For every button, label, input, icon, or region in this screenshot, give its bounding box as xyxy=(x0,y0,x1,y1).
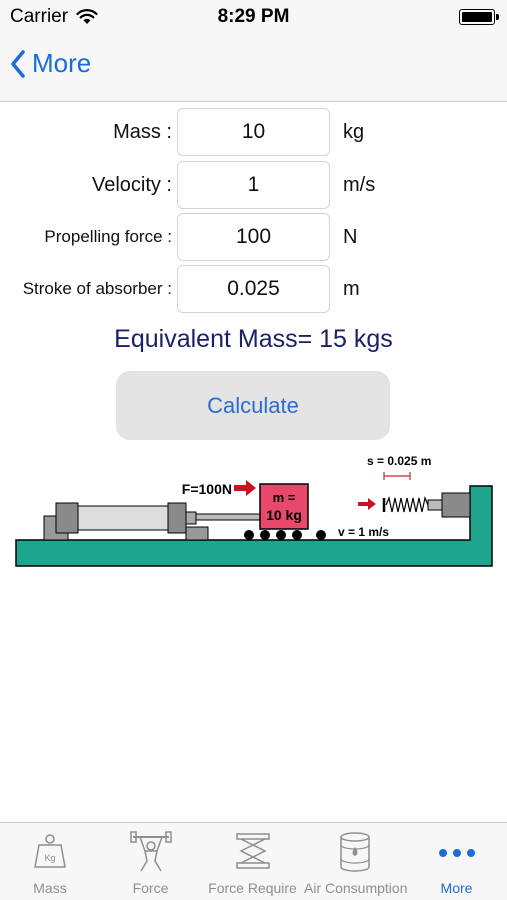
shock-absorber xyxy=(382,492,471,518)
result-text: Equivalent Mass= 15 kgs xyxy=(114,325,393,353)
scissor-lift-icon xyxy=(235,833,270,869)
status-time: 8:29 PM xyxy=(217,6,290,27)
svg-text:Kg: Kg xyxy=(44,853,55,863)
stroke-dimension-marker xyxy=(383,472,411,480)
stroke-label: Stroke of absorber : xyxy=(22,279,172,298)
mass-block-line1: m = xyxy=(273,490,296,505)
mass-block-line2: 10 kg xyxy=(266,507,302,523)
tab-force-require-label: Force Require xyxy=(208,880,297,896)
velocity-unit: m/s xyxy=(343,174,376,196)
back-button-label: More xyxy=(32,48,92,78)
tab-mass-label: Mass xyxy=(33,880,67,896)
velocity-row: Velocity : 1 m/s xyxy=(0,161,507,209)
calculate-button[interactable]: Calculate xyxy=(116,371,390,440)
tab-force[interactable]: Force xyxy=(100,823,201,900)
stroke-input[interactable]: 0.025 xyxy=(177,265,330,313)
mass-input[interactable]: 10 xyxy=(177,108,330,156)
more-dots-icon xyxy=(438,849,475,857)
kg-weight-icon: Kg xyxy=(34,834,66,868)
force-arrow xyxy=(234,480,256,496)
weightlifter-icon xyxy=(129,831,172,872)
velocity-label: v = 1 m/s xyxy=(338,525,389,539)
mass-unit: kg xyxy=(343,121,365,143)
navigation-bar: More xyxy=(0,34,507,102)
force-label: F=100N xyxy=(182,481,232,497)
tab-air-consumption-label: Air Consumption xyxy=(304,880,408,896)
stroke-unit: m xyxy=(343,278,360,300)
tab-air-consumption[interactable]: Air Consumption xyxy=(304,823,408,900)
tab-force-label: Force xyxy=(132,880,169,896)
tab-force-require[interactable]: Force Require xyxy=(201,823,304,900)
propelling-force-input[interactable]: 100 xyxy=(177,213,330,261)
oil-barrel-icon xyxy=(340,832,370,872)
propelling-force-row: Propelling force : 100 N xyxy=(0,213,507,261)
propelling-force-label: Propelling force : xyxy=(44,227,172,246)
tab-mass[interactable]: Kg Mass xyxy=(0,823,100,900)
impact-arrow xyxy=(358,498,376,510)
battery-icon xyxy=(459,9,499,25)
back-button[interactable]: More xyxy=(10,48,91,79)
shock-absorber-diagram: F=100N m = 10 kg v = 1 m/s s = 0.025 m xyxy=(15,454,493,567)
propelling-force-unit: N xyxy=(343,226,358,248)
mass-row: Mass : 10 kg xyxy=(0,108,507,156)
tab-more[interactable]: More xyxy=(406,823,507,900)
mass-label: Mass : xyxy=(113,121,172,143)
stroke-row: Stroke of absorber : 0.025 m xyxy=(0,265,507,313)
tab-more-label: More xyxy=(440,880,473,896)
rollers xyxy=(244,530,326,540)
chevron-left-icon xyxy=(11,49,25,78)
status-bar: Carrier 8:29 PM xyxy=(0,0,507,34)
velocity-label: Velocity : xyxy=(91,174,172,196)
pneumatic-cylinder xyxy=(43,502,261,541)
tab-bar: Kg Mass Force Force Require Air Consumpt… xyxy=(0,822,507,900)
stroke-dimension-label: s = 0.025 m xyxy=(367,454,431,468)
velocity-input[interactable]: 1 xyxy=(177,161,330,209)
